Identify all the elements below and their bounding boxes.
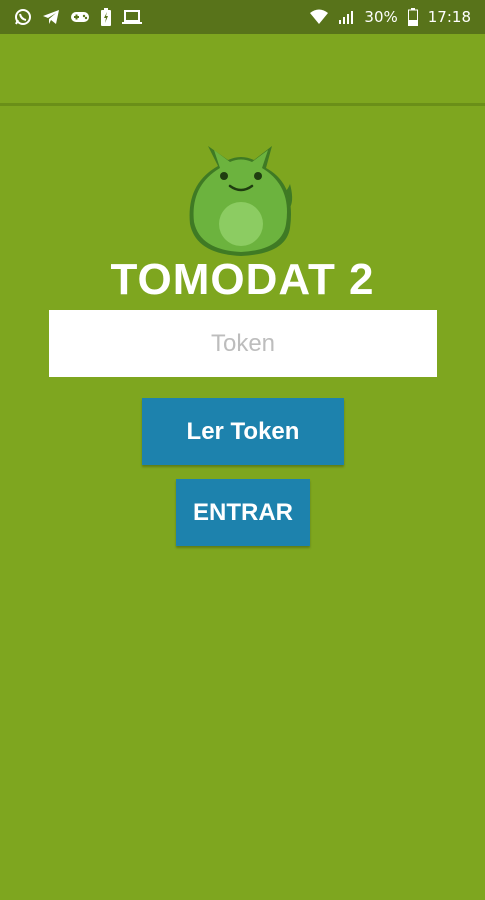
battery-charging-icon [100, 8, 112, 26]
signal-icon [338, 9, 354, 25]
enter-button[interactable]: ENTRAR [176, 479, 310, 546]
token-input[interactable] [49, 310, 437, 377]
laptop-icon [122, 9, 142, 25]
status-notification-icons [14, 8, 142, 26]
gamepad-icon [70, 9, 90, 25]
battery-percent: 30% [364, 8, 398, 26]
app-bar [0, 34, 485, 106]
telegram-icon [42, 8, 60, 26]
status-system-icons: 30% 17:18 [310, 8, 471, 26]
clock: 17:18 [427, 8, 471, 26]
app-logo-text: TOMODAT 2 [110, 255, 375, 304]
status-bar: 30% 17:18 [0, 0, 485, 34]
login-screen: TOMODAT 2 Ler Token ENTRAR [0, 106, 485, 900]
read-token-button[interactable]: Ler Token [142, 398, 344, 465]
mascot-logo-icon [178, 144, 304, 260]
whatsapp-icon [14, 8, 32, 26]
battery-icon [407, 8, 418, 26]
wifi-icon [310, 9, 329, 25]
